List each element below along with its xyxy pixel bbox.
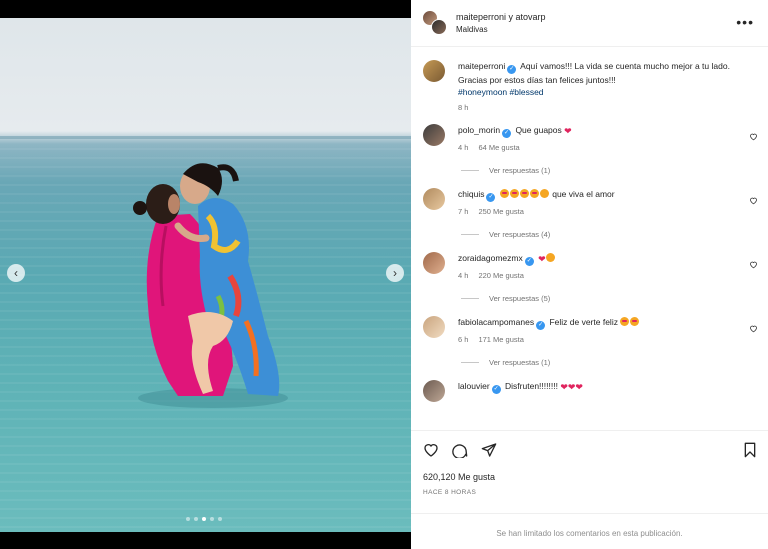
comment: chiquis ✓ que viva el amor 7 h 250 Me gust…: [411, 188, 768, 239]
carousel-dot: [186, 517, 190, 521]
comment-username[interactable]: zoraidagomezmx: [458, 253, 523, 263]
carousel-dot: [210, 517, 214, 521]
view-replies-button[interactable]: Ver respuestas (1): [458, 166, 738, 175]
comment-time: 4 h: [458, 271, 469, 280]
previous-image-button[interactable]: ‹: [7, 264, 25, 282]
heart-eyes-emoji: [519, 189, 529, 198]
like-heart-icon[interactable]: [423, 442, 439, 458]
caption-hashtags[interactable]: #honeymoon #blessed: [458, 87, 544, 97]
heart-icon[interactable]: [749, 132, 758, 141]
comments-limited-notice: Se han limitado los comentarios en esta …: [411, 513, 768, 538]
likes-count[interactable]: 620,120 Me gusta: [423, 472, 495, 482]
comment-time: 6 h: [458, 335, 469, 344]
comment-username[interactable]: chiquis: [458, 189, 484, 199]
heart-eyes-emoji: [499, 189, 509, 198]
view-replies-button[interactable]: Ver respuestas (1): [458, 358, 738, 367]
carousel-dot: [202, 517, 206, 521]
comment-text: Que guapos: [515, 125, 562, 135]
avatar[interactable]: [423, 60, 445, 82]
comment-text: Feliz de verte feliz: [549, 317, 618, 327]
verified-icon: ✓: [502, 129, 512, 138]
couple-figure: [133, 163, 288, 408]
avatar: [431, 19, 447, 35]
carousel-dot: [194, 517, 198, 521]
red-heart-emoji: ❤: [538, 254, 546, 264]
horizon: [0, 136, 411, 139]
heart-icon[interactable]: [749, 196, 758, 205]
view-replies-button[interactable]: Ver respuestas (5): [458, 294, 738, 303]
heart-eyes-emoji: [630, 317, 640, 326]
verified-icon: ✓: [536, 321, 546, 330]
author-avatars[interactable]: [422, 10, 448, 36]
comment-text: que viva el amor: [552, 189, 615, 199]
view-replies-button[interactable]: Ver respuestas (4): [458, 230, 738, 239]
comment-username[interactable]: lalouvier: [458, 381, 490, 391]
carousel-dot: [218, 517, 222, 521]
comments-list[interactable]: maiteperroni ✓ Aquí vamos!!! La vida se c…: [411, 48, 768, 428]
face-emoji: [539, 189, 549, 198]
heart-icon[interactable]: [749, 260, 758, 269]
avatar[interactable]: [423, 124, 445, 146]
heart-eyes-emoji: [620, 317, 630, 326]
comment: polo_morin ✓ Que guapos ❤ 4 h 64 Me gusta …: [411, 124, 768, 175]
red-heart-emoji: ❤: [564, 126, 572, 136]
more-horizontal-icon[interactable]: •••: [736, 14, 754, 30]
heart-eyes-emoji: [509, 189, 519, 198]
verified-icon: ✓: [507, 65, 517, 74]
avatar[interactable]: [423, 380, 445, 402]
post-actions: 620,120 Me gusta HACE 8 HORAS Se han lim…: [411, 430, 768, 549]
comment: fabiolacampomanes ✓ Feliz de verte feliz …: [411, 316, 768, 367]
app-frame: ‹ › maiteperroni y atovarp Maldivas ••• …: [0, 0, 768, 549]
comment-username[interactable]: fabiolacampomanes: [458, 317, 534, 327]
carousel-indicator: [186, 517, 222, 521]
avatar[interactable]: [423, 252, 445, 274]
post-image[interactable]: ‹ ›: [0, 18, 411, 532]
avatar[interactable]: [423, 188, 445, 210]
post-author[interactable]: maiteperroni y atovarp: [456, 12, 546, 22]
heart-icon[interactable]: [749, 324, 758, 333]
post-location[interactable]: Maldivas: [456, 25, 546, 34]
next-image-button[interactable]: ›: [386, 264, 404, 282]
comment-username[interactable]: polo_morin: [458, 125, 500, 135]
comment-time: 7 h: [458, 207, 469, 216]
comment: lalouvier ✓ Disfruten!!!!!!!! ❤❤❤: [411, 380, 768, 402]
caption-time: 8 h: [458, 103, 469, 112]
face-emoji: [545, 253, 555, 262]
caption-username[interactable]: maiteperroni: [458, 61, 505, 71]
comment-likes[interactable]: 171 Me gusta: [478, 335, 523, 344]
comment-likes[interactable]: 64 Me gusta: [478, 143, 519, 152]
comment-time: 4 h: [458, 143, 469, 152]
comment-text: Disfruten!!!!!!!!: [505, 381, 558, 391]
verified-icon: ✓: [486, 193, 496, 202]
avatar[interactable]: [423, 316, 445, 338]
post-details-panel: maiteperroni y atovarp Maldivas ••• mait…: [411, 0, 768, 549]
verified-icon: ✓: [491, 385, 501, 394]
heart-eyes-emoji: [529, 189, 539, 198]
comment: zoraidagomezmx ✓ ❤ 4 h 220 Me gusta Ver re…: [411, 252, 768, 303]
post-age: HACE 8 HORAS: [423, 489, 477, 496]
post-header: maiteperroni y atovarp Maldivas •••: [411, 0, 768, 47]
comment-likes[interactable]: 250 Me gusta: [478, 207, 523, 216]
caption: maiteperroni ✓ Aquí vamos!!! La vida se c…: [411, 48, 768, 112]
red-heart-emoji: ❤❤❤: [560, 382, 583, 392]
comment-likes[interactable]: 220 Me gusta: [478, 271, 523, 280]
share-icon[interactable]: [481, 442, 497, 458]
bookmark-icon[interactable]: [742, 442, 758, 458]
verified-icon: ✓: [524, 257, 534, 266]
comment-icon[interactable]: [452, 442, 468, 458]
